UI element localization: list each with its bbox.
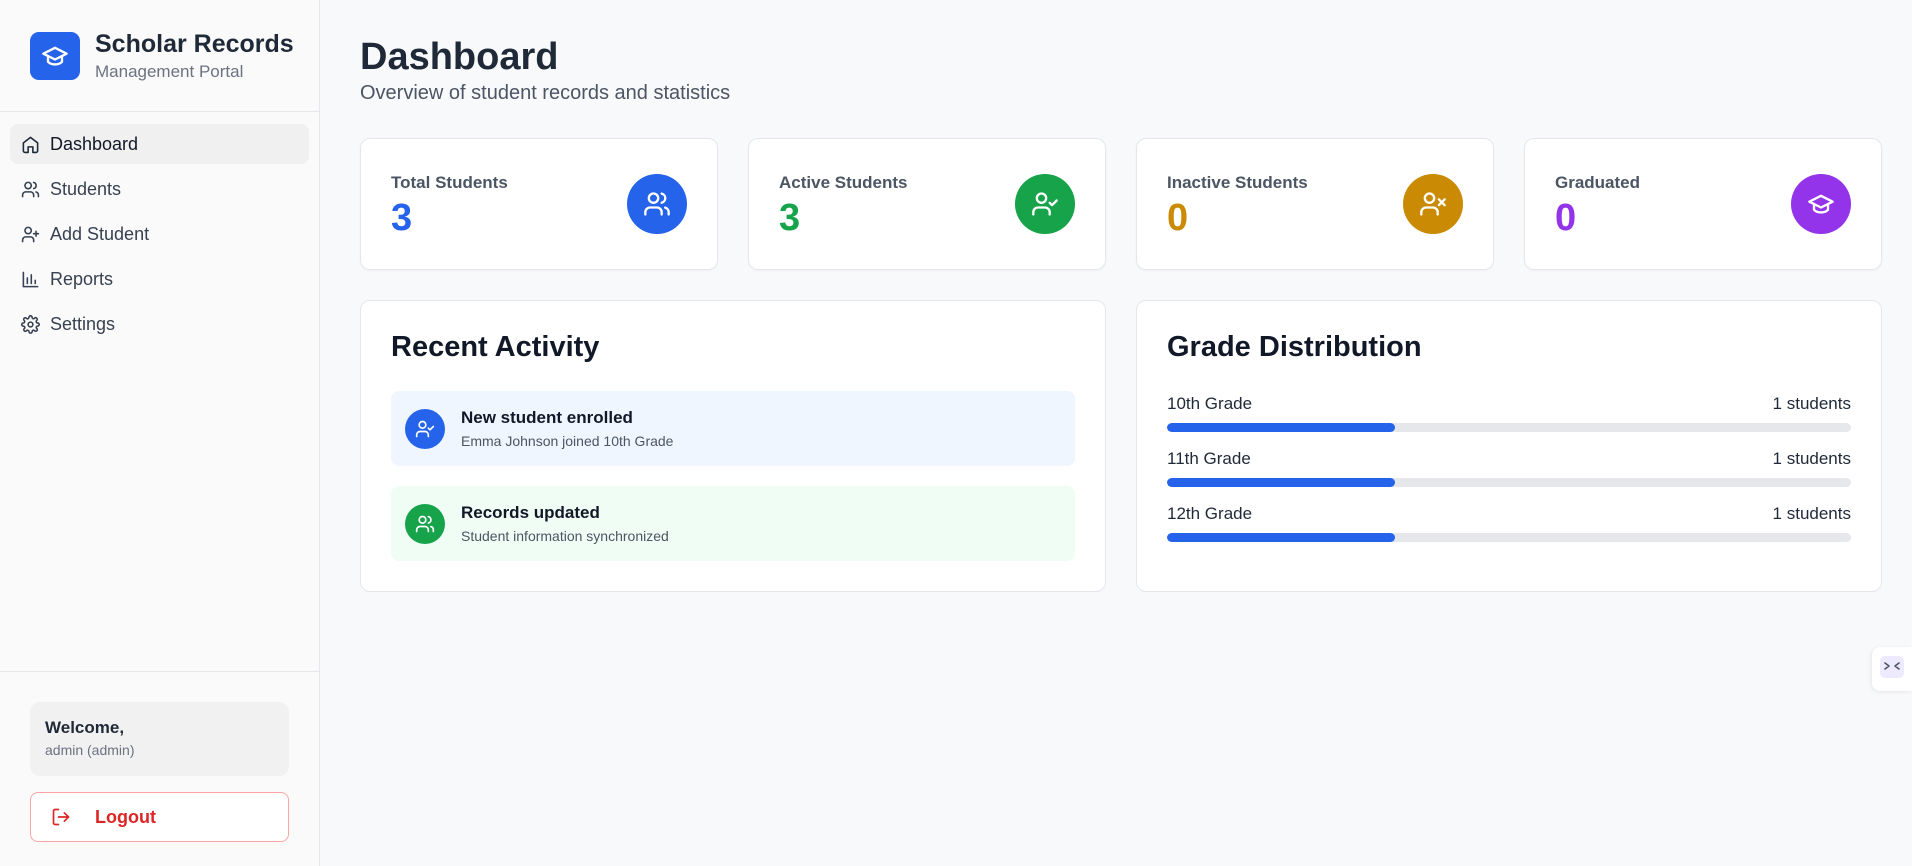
- recent-activity-panel: Recent Activity New student enrolled Emm…: [360, 300, 1106, 592]
- grade-progress-fill: [1167, 478, 1395, 487]
- gear-icon: [20, 314, 40, 334]
- activity-title: New student enrolled: [461, 408, 633, 427]
- stat-label: Active Students: [779, 173, 908, 192]
- users-icon: [627, 174, 687, 234]
- logout-icon: [51, 807, 71, 827]
- sidebar-item-label: Add Student: [50, 223, 150, 244]
- sidebar-item-label: Settings: [50, 313, 116, 334]
- code-icon: [1880, 655, 1904, 683]
- sidebar-item-students[interactable]: Students: [10, 169, 309, 209]
- brand-header: Scholar Records Management Portal: [0, 0, 319, 112]
- grade-distribution-panel: Grade Distribution 10th Grade 1 students…: [1136, 300, 1882, 592]
- brand-subtitle: Management Portal: [95, 62, 244, 81]
- welcome-text: Welcome,: [45, 718, 125, 737]
- sidebar-item-label: Reports: [50, 268, 114, 289]
- grade-progress-fill: [1167, 423, 1395, 432]
- user-name: admin (admin): [45, 742, 135, 758]
- sidebar-footer: Welcome, admin (admin) Logout: [0, 671, 319, 866]
- user-check-icon: [1015, 174, 1075, 234]
- users-icon: [405, 504, 445, 544]
- sidebar-item-label: Dashboard: [50, 133, 139, 154]
- grade-progress-track: [1167, 478, 1851, 487]
- graduation-cap-icon: [1791, 174, 1851, 234]
- grade-label: 12th Grade: [1167, 504, 1253, 523]
- stat-value: 0: [1555, 197, 1577, 239]
- logout-label: Logout: [95, 806, 156, 827]
- activity-item: New student enrolled Emma Johnson joined…: [391, 391, 1075, 466]
- panel-title: Recent Activity: [391, 331, 600, 363]
- stat-label: Inactive Students: [1167, 173, 1308, 192]
- grade-row: 11th Grade 1 students: [1167, 449, 1851, 489]
- grade-progress-track: [1167, 423, 1851, 432]
- stat-card-graduated: Graduated 0: [1524, 138, 1882, 270]
- brand-title: Scholar Records: [95, 30, 294, 58]
- grade-count: 1 students: [1772, 394, 1851, 413]
- sidebar-item-reports[interactable]: Reports: [10, 259, 309, 299]
- stat-value: 0: [1167, 197, 1189, 239]
- user-plus-icon: [20, 224, 40, 244]
- page-subtitle: Overview of student records and statisti…: [360, 82, 731, 104]
- stat-card-total: Total Students 3: [360, 138, 718, 270]
- stat-value: 3: [779, 197, 801, 239]
- grade-label: 10th Grade: [1167, 394, 1253, 413]
- user-card: Welcome, admin (admin): [30, 702, 289, 776]
- logout-button[interactable]: Logout: [30, 792, 289, 842]
- sidebar: Scholar Records Management Portal Dashbo…: [0, 0, 320, 866]
- stat-value: 3: [391, 197, 413, 239]
- user-x-icon: [1403, 174, 1463, 234]
- stat-label: Graduated: [1555, 173, 1641, 192]
- grade-count: 1 students: [1772, 504, 1851, 523]
- grade-count: 1 students: [1772, 449, 1851, 468]
- bar-chart-icon: [20, 269, 40, 289]
- grade-label: 11th Grade: [1167, 449, 1251, 468]
- graduation-cap-icon: [30, 31, 80, 80]
- sidebar-item-label: Students: [50, 178, 122, 199]
- stat-card-inactive: Inactive Students 0: [1136, 138, 1494, 270]
- page-title: Dashboard: [360, 36, 559, 78]
- sidebar-item-dashboard[interactable]: Dashboard: [10, 124, 309, 164]
- floating-panel-tab[interactable]: [1872, 647, 1912, 691]
- activity-detail: Student information synchronized: [461, 528, 669, 544]
- activity-item: Records updated Student information sync…: [391, 486, 1075, 561]
- grade-row: 10th Grade 1 students: [1167, 394, 1851, 434]
- grade-row: 12th Grade 1 students: [1167, 504, 1851, 544]
- user-check-icon: [405, 409, 445, 449]
- users-icon: [20, 179, 40, 199]
- sidebar-item-settings[interactable]: Settings: [10, 304, 309, 344]
- stat-card-active: Active Students 3: [748, 138, 1106, 270]
- home-icon: [20, 134, 40, 154]
- grade-progress-track: [1167, 533, 1851, 542]
- stat-label: Total Students: [391, 173, 508, 192]
- sidebar-nav: Dashboard Students Add Student Reports S…: [0, 112, 319, 344]
- activity-detail: Emma Johnson joined 10th Grade: [461, 433, 674, 449]
- activity-title: Records updated: [461, 503, 600, 522]
- sidebar-item-add-student[interactable]: Add Student: [10, 214, 309, 254]
- grade-progress-fill: [1167, 533, 1395, 542]
- panel-title: Grade Distribution: [1167, 331, 1422, 363]
